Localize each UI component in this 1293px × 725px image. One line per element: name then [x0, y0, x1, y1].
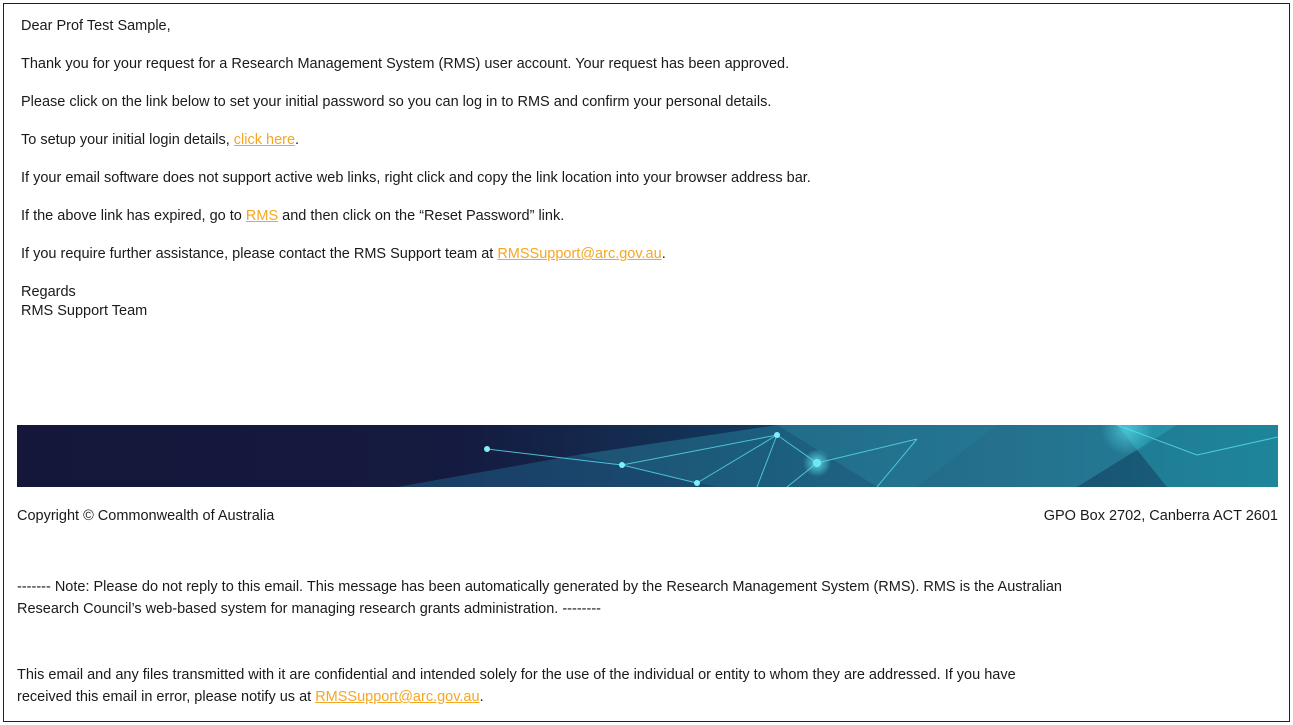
instructions-paragraph: Please click on the link below to set yo… — [21, 94, 772, 110]
assistance-paragraph: If you require further assistance, pleas… — [21, 245, 1289, 264]
postal-address: GPO Box 2702, Canberra ACT 2601 — [1043, 508, 1278, 524]
approval-paragraph: Thank you for your request for a Researc… — [21, 56, 790, 72]
web-links-paragraph: If your email software does not support … — [21, 170, 811, 186]
click-here-link[interactable]: click here — [234, 132, 295, 148]
support-email-link[interactable]: RMSSupport@arc.gov.au — [497, 246, 661, 262]
expired-suffix: and then click on the “Reset Password” l… — [278, 208, 565, 224]
confidential-suffix: . — [479, 689, 484, 705]
signature: RMS Support Team — [21, 303, 148, 319]
confidential-line-1: This email and any files transmitted wit… — [17, 667, 1016, 683]
signoff: Regards — [21, 284, 76, 300]
auto-generated-note: ------- Note: Please do not reply to thi… — [17, 576, 1279, 620]
confidential-support-email-link[interactable]: RMSSupport@arc.gov.au — [315, 689, 479, 705]
confidential-text: received this email in error, please not… — [17, 689, 316, 705]
confidentiality-notice: This email and any files transmitted wit… — [17, 664, 1279, 708]
setup-suffix: . — [295, 132, 300, 148]
footer-row: Copyright © Commonwealth of Australia GP… — [17, 507, 1278, 526]
expired-text: If the above link has expired, go to — [21, 208, 246, 224]
network-graphic — [17, 425, 1278, 487]
expired-link-paragraph: If the above link has expired, go to RMS… — [21, 207, 1289, 226]
setup-text: To setup your initial login details, — [21, 132, 234, 148]
rms-link[interactable]: RMS — [246, 208, 278, 224]
note-line-1: ------- Note: Please do not reply to thi… — [17, 579, 1062, 595]
arc-banner-image — [17, 425, 1278, 487]
setup-paragraph: To setup your initial login details, cli… — [21, 131, 1289, 150]
confidential-line-2: received this email in error, please not… — [17, 686, 1279, 708]
assistance-suffix: . — [661, 246, 666, 262]
greeting: Dear Prof Test Sample, — [21, 18, 171, 34]
copyright-text: Copyright © Commonwealth of Australia — [17, 508, 275, 524]
assistance-text: If you require further assistance, pleas… — [21, 246, 498, 262]
note-line-2: Research Council’s web-based system for … — [17, 601, 601, 617]
